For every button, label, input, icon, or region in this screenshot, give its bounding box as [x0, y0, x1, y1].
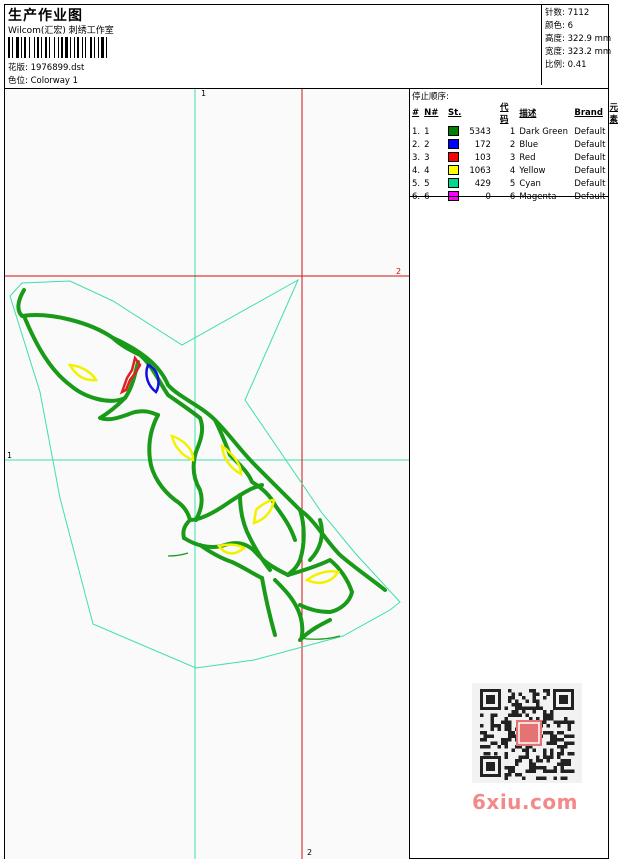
color-swatch	[447, 152, 459, 163]
cell-stitches: 1063	[446, 164, 498, 177]
cell-index: 5.	[412, 178, 421, 189]
cell-n: 4	[424, 165, 430, 176]
cell-code: 3	[509, 152, 516, 163]
panel-divider	[409, 88, 410, 859]
table-row: 1. 1 5343 1 Dark Green Default	[410, 125, 620, 138]
cell-stitches: 5343	[446, 125, 498, 138]
stat-width: 宽度: 323.2 mm	[545, 47, 612, 57]
cell-index: 2.	[412, 139, 421, 150]
col-header-code: 代码	[500, 103, 509, 125]
cell-description: Cyan	[519, 178, 541, 189]
guide-label-bottom-2: 2	[307, 848, 313, 857]
cell-index: 4.	[412, 165, 421, 176]
cell-element	[607, 190, 620, 203]
table-row: 2. 2 172 2 Blue Default	[410, 138, 620, 151]
qr-center-stamp	[516, 720, 542, 746]
cell-description: Dark Green	[519, 126, 568, 137]
cell-element	[607, 138, 620, 151]
cell-n: 5	[424, 178, 430, 189]
col-header-description: 描述	[519, 109, 537, 119]
page-title: 生产作业图	[8, 8, 83, 24]
guide-label-right-2: 2	[396, 267, 402, 276]
cell-index: 3.	[412, 152, 421, 163]
color-swatch	[447, 178, 459, 189]
colorway-label: 色位: Colorway 1	[8, 76, 79, 86]
col-header-element: 元素	[609, 103, 618, 125]
table-header-row: # N# St. 代码 描述 Brand 元素	[410, 101, 620, 125]
cell-index: 1.	[412, 126, 421, 137]
design-preview[interactable]: 1 1 2 2	[5, 89, 409, 859]
yellow-leaves	[67, 363, 340, 584]
stat-height: 高度: 322.9 mm	[545, 34, 612, 44]
cell-element	[607, 164, 620, 177]
qr-code	[472, 683, 582, 783]
cell-brand: Default	[574, 178, 606, 189]
table-row: 3. 3 103 3 Red Default	[410, 151, 620, 164]
cell-brand: Default	[574, 165, 606, 176]
barcode	[8, 37, 107, 58]
table-bottom-divider	[409, 196, 609, 197]
cell-brand: Default	[574, 126, 606, 137]
stat-stitches: 针数: 7112	[545, 8, 590, 18]
company-name: Wilcom(汇宏) 刺绣工作室	[8, 26, 114, 36]
col-header-stitches: St.	[447, 108, 462, 118]
table-row: 5. 5 429 5 Cyan Default	[410, 177, 620, 190]
col-header-n: N#	[424, 108, 439, 118]
cell-brand: Default	[574, 152, 606, 163]
cell-code: 1	[509, 126, 516, 137]
cell-n: 2	[424, 139, 430, 150]
cell-element	[607, 125, 620, 138]
cell-n: 1	[424, 126, 430, 137]
cell-element	[607, 177, 620, 190]
cell-stitches: 103	[446, 151, 498, 164]
cell-description: Blue	[519, 139, 539, 150]
cell-brand: Default	[574, 139, 606, 150]
guide-label-top-1: 1	[201, 89, 207, 98]
table-row: 4. 4 1063 4 Yellow Default	[410, 164, 620, 177]
stat-scale: 比例: 0.41	[545, 60, 587, 70]
cyan-outline	[9, 278, 401, 669]
color-swatch	[447, 165, 459, 176]
col-header-brand: Brand	[574, 108, 603, 118]
dark-green-stitches	[16, 288, 387, 642]
cell-code: 2	[509, 139, 516, 150]
col-header-index: #	[412, 108, 420, 118]
cell-code: 5	[509, 178, 516, 189]
embroidery-design	[5, 89, 409, 859]
watermark: 6xiu.com	[472, 790, 578, 814]
cell-code: 4	[509, 165, 516, 176]
cell-stitches: 429	[446, 177, 498, 190]
guide-label-left-1: 1	[7, 451, 13, 460]
cell-stitches: 172	[446, 138, 498, 151]
stop-sequence-table: # N# St. 代码 描述 Brand 元素 1. 1 5343 1 Dark Gre…	[410, 101, 620, 203]
cell-n: 3	[424, 152, 430, 163]
cell-description: Yellow	[519, 165, 546, 176]
design-file-label: 花版: 1976899.dst	[8, 63, 85, 73]
cell-element	[607, 151, 620, 164]
color-swatch	[447, 126, 459, 137]
color-swatch	[447, 139, 459, 150]
stat-colors: 颜色: 6	[545, 21, 574, 31]
cell-description: Red	[519, 152, 536, 163]
stats-panel: 针数: 7112 颜色: 6 高度: 322.9 mm 宽度: 323.2 mm…	[541, 4, 612, 85]
